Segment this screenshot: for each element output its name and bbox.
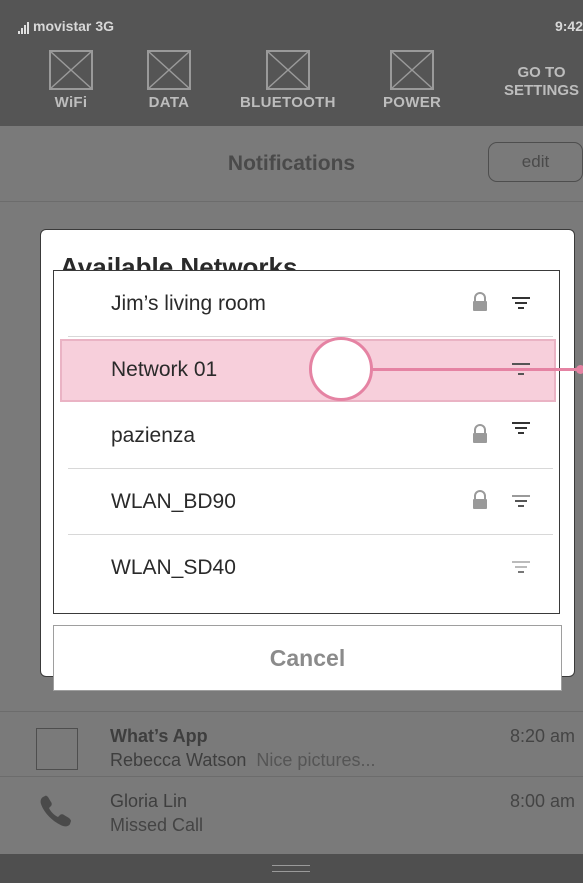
settings-label: SETTINGS — [503, 82, 579, 99]
phone-icon — [40, 795, 71, 827]
network-item-jims-living-room[interactable]: Jim’s living room — [54, 271, 558, 337]
notification-title: Gloria Lin — [110, 791, 188, 811]
bottom-bar — [0, 854, 583, 883]
notification-item-missed-call[interactable]: Gloria Lin Missed Call 8:00 am — [0, 777, 583, 853]
wifi-toggle[interactable]: WiFi — [49, 50, 93, 111]
wifi-signal-icon — [512, 422, 530, 434]
power-toggle[interactable]: POWER — [383, 50, 441, 111]
wifi-signal-icon — [512, 495, 530, 507]
data-toggle-icon — [147, 50, 191, 90]
clock: 9:42 — [554, 18, 583, 34]
wifi-label: WiFi — [54, 94, 88, 111]
network-name: Jim’s living room — [111, 292, 266, 315]
data-toggle[interactable]: DATA — [147, 50, 191, 111]
drag-handle-icon[interactable] — [272, 865, 310, 872]
notification-time: 8:00 am — [509, 791, 575, 811]
edit-button[interactable]: edit — [488, 142, 583, 182]
quick-settings: WiFi DATA BLUETOOTH POWER GO TO SETTINGS — [0, 44, 583, 126]
lock-icon — [473, 292, 487, 311]
wifi-signal-icon — [512, 297, 530, 309]
network-name: WLAN_SD40 — [111, 556, 236, 579]
power-toggle-icon — [390, 50, 435, 90]
lock-icon — [473, 490, 487, 509]
network-name: Network 01 — [111, 358, 218, 381]
notification-body: Rebecca Watson Nice pictures... — [110, 750, 375, 771]
notification-sender: Rebecca Watson — [110, 750, 247, 770]
bluetooth-label: BLUETOOTH — [240, 94, 336, 111]
wifi-toggle-icon — [49, 50, 93, 90]
bluetooth-toggle[interactable]: BLUETOOTH — [240, 50, 336, 111]
notifications-header: Notifications edit — [0, 126, 583, 202]
go-to-settings-button[interactable]: GO TO SETTINGS — [504, 64, 579, 100]
network-item-wlan-sd40[interactable]: WLAN_SD40 — [54, 535, 558, 601]
network-type: 3G — [95, 18, 115, 34]
notification-subtitle: Missed Call — [110, 815, 204, 835]
notification-preview: Nice pictures... — [256, 750, 376, 770]
signal-icon — [18, 22, 29, 34]
wifi-signal-icon — [512, 561, 530, 573]
notification-item-whatsapp[interactable]: What’s App Rebecca Watson Nice pictures.… — [0, 711, 583, 777]
touch-indicator-line — [372, 368, 583, 371]
bluetooth-toggle-icon — [265, 50, 310, 90]
carrier-info: movistar 3G — [18, 18, 114, 34]
status-bar: movistar 3G 9:42 — [0, 0, 583, 44]
data-label: DATA — [148, 94, 190, 111]
power-label: POWER — [383, 94, 442, 111]
carrier-name: movistar — [33, 18, 92, 34]
lock-icon — [473, 424, 487, 443]
available-networks-dialog: Available Networks Jim’s living room Net… — [40, 229, 575, 691]
notification-title: What’s App — [110, 726, 208, 746]
go-to-label: GO TO — [517, 64, 566, 81]
touch-indicator-dot — [576, 365, 583, 374]
cancel-button[interactable]: Cancel — [53, 625, 562, 691]
network-name: WLAN_BD90 — [111, 490, 236, 513]
app-icon-placeholder — [36, 728, 78, 770]
touch-indicator — [309, 337, 373, 401]
notification-time: 8:20 am — [509, 726, 575, 746]
network-item-pazienza[interactable]: pazienza — [54, 403, 558, 469]
network-name: pazienza — [111, 424, 196, 447]
network-list: Jim’s living room Network 01 pazienza WL… — [53, 270, 560, 614]
network-item-wlan-bd90[interactable]: WLAN_BD90 — [54, 469, 558, 535]
